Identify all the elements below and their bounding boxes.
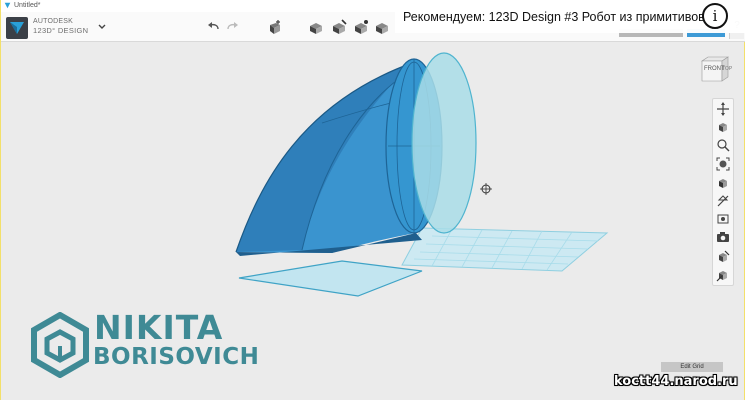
pan-icon (717, 102, 729, 116)
primitives-icon (270, 20, 280, 34)
fit-button[interactable] (716, 157, 730, 171)
modify-icon (355, 20, 368, 34)
view-cube-top-label: TOP (722, 66, 733, 72)
brand-product: 123D° DESIGN (33, 26, 89, 35)
pan-button[interactable] (716, 102, 730, 116)
redo-button[interactable] (225, 19, 241, 35)
recommendation-banner[interactable]: Рекомендуем: 123D Design #3 Робот из при… (395, 0, 745, 33)
material-button[interactable] (716, 250, 730, 264)
undo-button[interactable] (205, 19, 221, 35)
redo-icon (227, 22, 238, 30)
recommendation-text[interactable]: Рекомендуем: 123D Design #3 Робот из при… (403, 10, 705, 24)
author-logo-icon (31, 312, 89, 378)
pattern-button[interactable] (374, 19, 390, 35)
app-logo-icon (10, 22, 24, 34)
fit-icon (716, 157, 730, 171)
sketch-icon (310, 23, 322, 34)
brand-vendor: AUTODESK (33, 18, 73, 25)
navigation-bar (712, 98, 734, 286)
perspective-button[interactable] (716, 194, 730, 208)
snap-button[interactable] (716, 268, 730, 282)
construct-button[interactable] (331, 19, 347, 35)
undo-icon (208, 22, 219, 30)
view-cube[interactable]: FRONT TOP (698, 55, 732, 85)
chevron-down-icon[interactable] (97, 23, 107, 31)
zoom-icon (717, 139, 730, 152)
snap-target-icon (480, 183, 492, 195)
view-button[interactable] (716, 176, 730, 190)
snap-icon (716, 271, 727, 282)
orbit-icon (719, 123, 727, 132)
app-logo[interactable] (6, 17, 28, 39)
author-name-last: BORISOVICH (93, 344, 260, 370)
profile-circle[interactable] (411, 52, 477, 234)
modify-button[interactable] (353, 19, 369, 35)
site-watermark: koctt44.narod.ru (614, 374, 738, 389)
window-title: Untitled* (14, 2, 41, 9)
perspective-icon (717, 195, 729, 207)
author-name-first: NIKITA (94, 308, 224, 347)
app-window: Untitled* AUTODESK 123D° DESIGN FRONT TO… (0, 0, 745, 400)
sketch-rectangle[interactable] (238, 260, 423, 297)
material-icon (719, 250, 730, 262)
visibility-icon (717, 214, 729, 224)
camera-icon (717, 232, 729, 242)
construct-icon (333, 19, 347, 34)
view-icon (719, 179, 727, 188)
zoom-button[interactable] (716, 138, 730, 152)
orbit-button[interactable] (716, 120, 730, 134)
sweep-body[interactable] (235, 58, 443, 256)
visibility-button[interactable] (716, 212, 730, 226)
pattern-icon (376, 23, 388, 34)
info-icon[interactable]: i (702, 3, 728, 29)
ground-grid (401, 227, 609, 272)
sketch-button[interactable] (308, 19, 324, 35)
app-icon (4, 2, 11, 9)
camera-button[interactable] (716, 230, 730, 244)
primitives-button[interactable] (266, 19, 282, 35)
